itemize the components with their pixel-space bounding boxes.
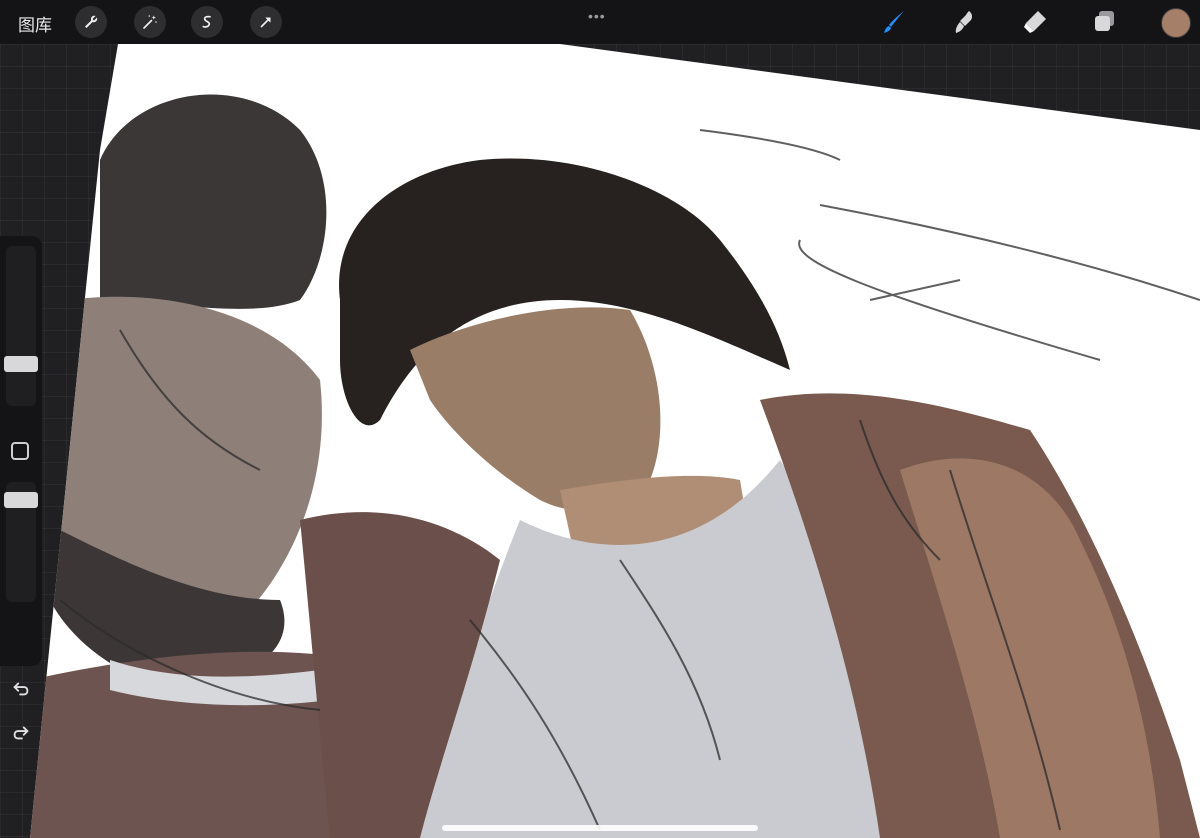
selection-button[interactable]	[191, 6, 223, 38]
brush-size-knob[interactable]	[4, 356, 38, 372]
selection-icon	[202, 15, 211, 28]
adjustments-button[interactable]	[134, 6, 166, 38]
gallery-button[interactable]: 图库	[18, 11, 52, 36]
actions-button[interactable]	[75, 6, 107, 38]
opacity-slider[interactable]	[4, 482, 38, 602]
top-toolbar: 图库 •••	[0, 0, 1200, 44]
color-picker-button[interactable]	[1161, 8, 1191, 38]
brush-icon	[884, 11, 904, 33]
brush-button[interactable]	[880, 7, 910, 37]
undo-icon	[13, 682, 29, 696]
right-figure-face	[410, 307, 661, 511]
wrench-icon	[85, 15, 98, 28]
left-sidebar	[0, 236, 42, 740]
brush-size-slider[interactable]	[4, 246, 38, 406]
smudge-icon	[955, 11, 973, 33]
redo-icon	[13, 726, 29, 740]
eraser-button[interactable]	[1020, 7, 1050, 37]
layers-icon	[1095, 11, 1114, 31]
undo-button[interactable]	[9, 676, 33, 700]
modify-button[interactable]	[11, 442, 29, 460]
more-options-handle[interactable]: •••	[588, 8, 606, 24]
transform-button[interactable]	[250, 6, 282, 38]
redo-button[interactable]	[9, 720, 33, 744]
smudge-button[interactable]	[949, 7, 979, 37]
opacity-knob[interactable]	[4, 492, 38, 508]
left-figure-hair	[100, 94, 327, 309]
magic-wand-icon	[143, 15, 157, 29]
drawing-canvas[interactable]	[30, 44, 1200, 838]
layers-button[interactable]	[1090, 7, 1120, 37]
transform-arrow-icon	[260, 17, 271, 28]
eraser-icon	[1024, 11, 1046, 33]
home-indicator[interactable]	[442, 825, 758, 831]
artwork	[30, 94, 1200, 838]
